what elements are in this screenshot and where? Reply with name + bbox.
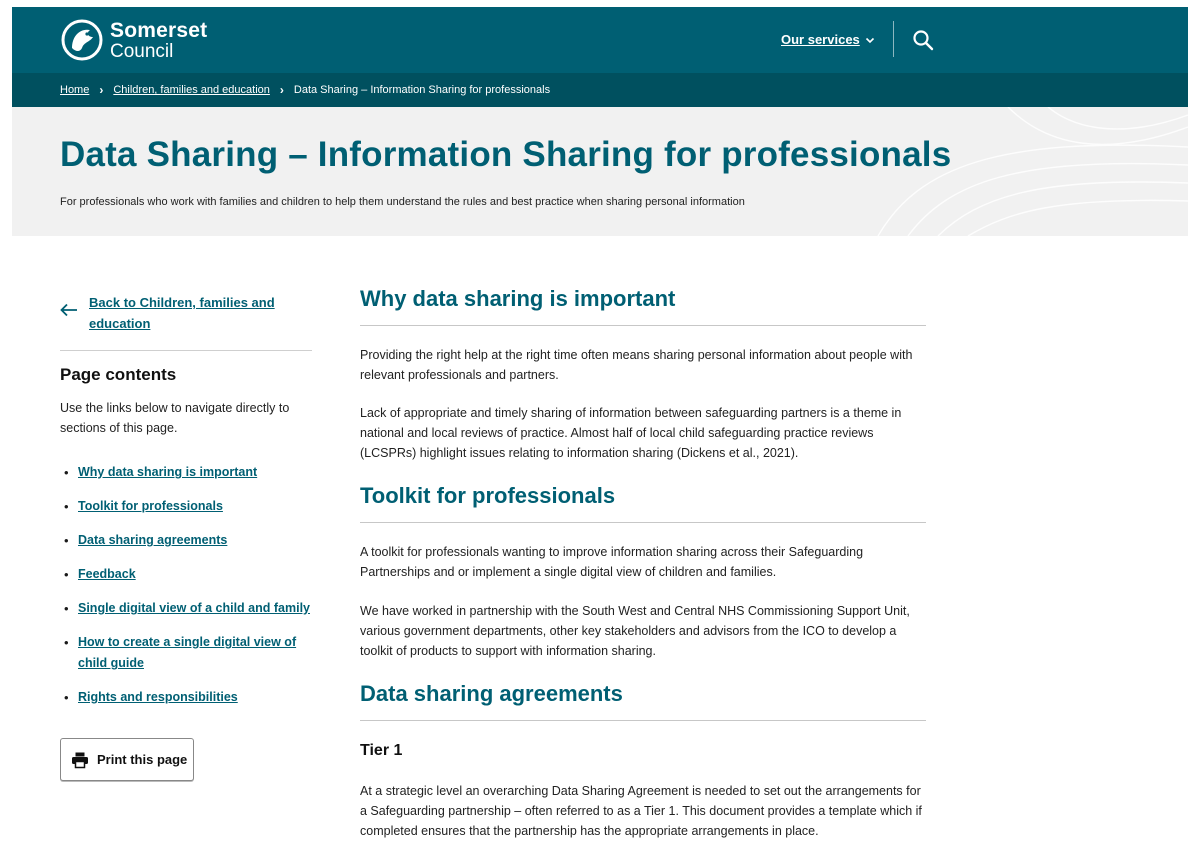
logo-line2: Council <box>110 40 174 62</box>
paragraph: We have worked in partnership with the S… <box>360 604 910 658</box>
header-divider <box>893 21 894 57</box>
page-title: Data Sharing – Information Sharing for p… <box>60 135 952 174</box>
page: Somerset Council Our services Home › Chi… <box>12 7 1188 850</box>
list-item: Data sharing agreements <box>64 530 324 551</box>
breadcrumb-chevron-icon: › <box>99 83 104 97</box>
page-contents-list: Why data sharing is important Toolkit fo… <box>64 462 324 721</box>
breadcrumb: Home › Children, families and education … <box>12 73 1188 107</box>
logo-line1: Somerset <box>110 18 208 42</box>
list-item: Single digital view of a child and famil… <box>64 598 324 619</box>
somerset-council-logo[interactable]: Somerset Council <box>60 18 207 62</box>
page-contents-description: Use the links below to navigate directly… <box>60 401 290 435</box>
logo-text: Somerset Council <box>110 20 207 61</box>
list-item: Why data sharing is important <box>64 462 324 483</box>
heading-data-sharing-agreements: Data sharing agreements <box>360 681 623 706</box>
page-subtitle: For professionals who work with families… <box>60 196 745 208</box>
toc-link-rights-responsibilities[interactable]: Rights and responsibilities <box>78 690 238 704</box>
printer-icon <box>72 752 88 768</box>
our-services-label: Our services <box>781 32 860 47</box>
breadcrumb-current: Data Sharing – Information Sharing for p… <box>293 84 551 96</box>
toc-link-toolkit[interactable]: Toolkit for professionals <box>78 499 223 513</box>
heading-why-data-sharing: Why data sharing is important <box>360 286 676 311</box>
section-divider <box>360 522 926 523</box>
section-divider <box>360 325 926 326</box>
chevron-down-icon <box>865 37 874 43</box>
paragraph: A toolkit for professionals wanting to i… <box>360 545 864 579</box>
search-icon[interactable] <box>911 28 935 52</box>
heading-tier-1: Tier 1 <box>360 742 403 759</box>
list-item: Feedback <box>64 564 324 585</box>
page-contents-title: Page contents <box>60 365 177 384</box>
toc-link-single-digital-view[interactable]: Single digital view of a child and famil… <box>78 601 310 615</box>
section-divider <box>360 720 926 721</box>
sidebar-divider <box>60 350 312 351</box>
breadcrumb-chevron-icon: › <box>279 83 284 97</box>
print-page-button[interactable]: Print this page <box>60 738 194 781</box>
heading-toolkit: Toolkit for professionals <box>360 483 616 508</box>
paragraph: At a strategic level an overarching Data… <box>360 784 922 838</box>
toc-link-feedback[interactable]: Feedback <box>78 567 136 581</box>
toc-link-how-to-create-guide[interactable]: How to create a single digital view of c… <box>78 635 296 670</box>
page-hero: Data Sharing – Information Sharing for p… <box>12 107 1188 236</box>
list-item: Toolkit for professionals <box>64 496 324 517</box>
paragraph: Lack of appropriate and timely sharing o… <box>360 406 902 460</box>
back-link[interactable]: Back to Children, families and education <box>60 292 279 334</box>
breadcrumb-children-families-education[interactable]: Children, families and education <box>113 84 270 96</box>
breadcrumb-home[interactable]: Home <box>60 84 89 96</box>
toc-link-why-data-sharing[interactable]: Why data sharing is important <box>78 465 257 479</box>
back-link-label[interactable]: Back to Children, families and education <box>89 292 279 334</box>
list-item: Rights and responsibilities <box>64 687 324 708</box>
print-page-label: Print this page <box>97 752 188 767</box>
toc-link-data-sharing-agreements[interactable]: Data sharing agreements <box>78 533 227 547</box>
list-item: How to create a single digital view of c… <box>64 632 324 674</box>
paragraph: Providing the right help at the right ti… <box>360 348 913 382</box>
arrow-left-icon <box>60 303 77 317</box>
dragon-logo-icon <box>61 19 103 61</box>
our-services-menu[interactable]: Our services <box>781 32 875 47</box>
site-header: Somerset Council Our services <box>12 7 1188 73</box>
